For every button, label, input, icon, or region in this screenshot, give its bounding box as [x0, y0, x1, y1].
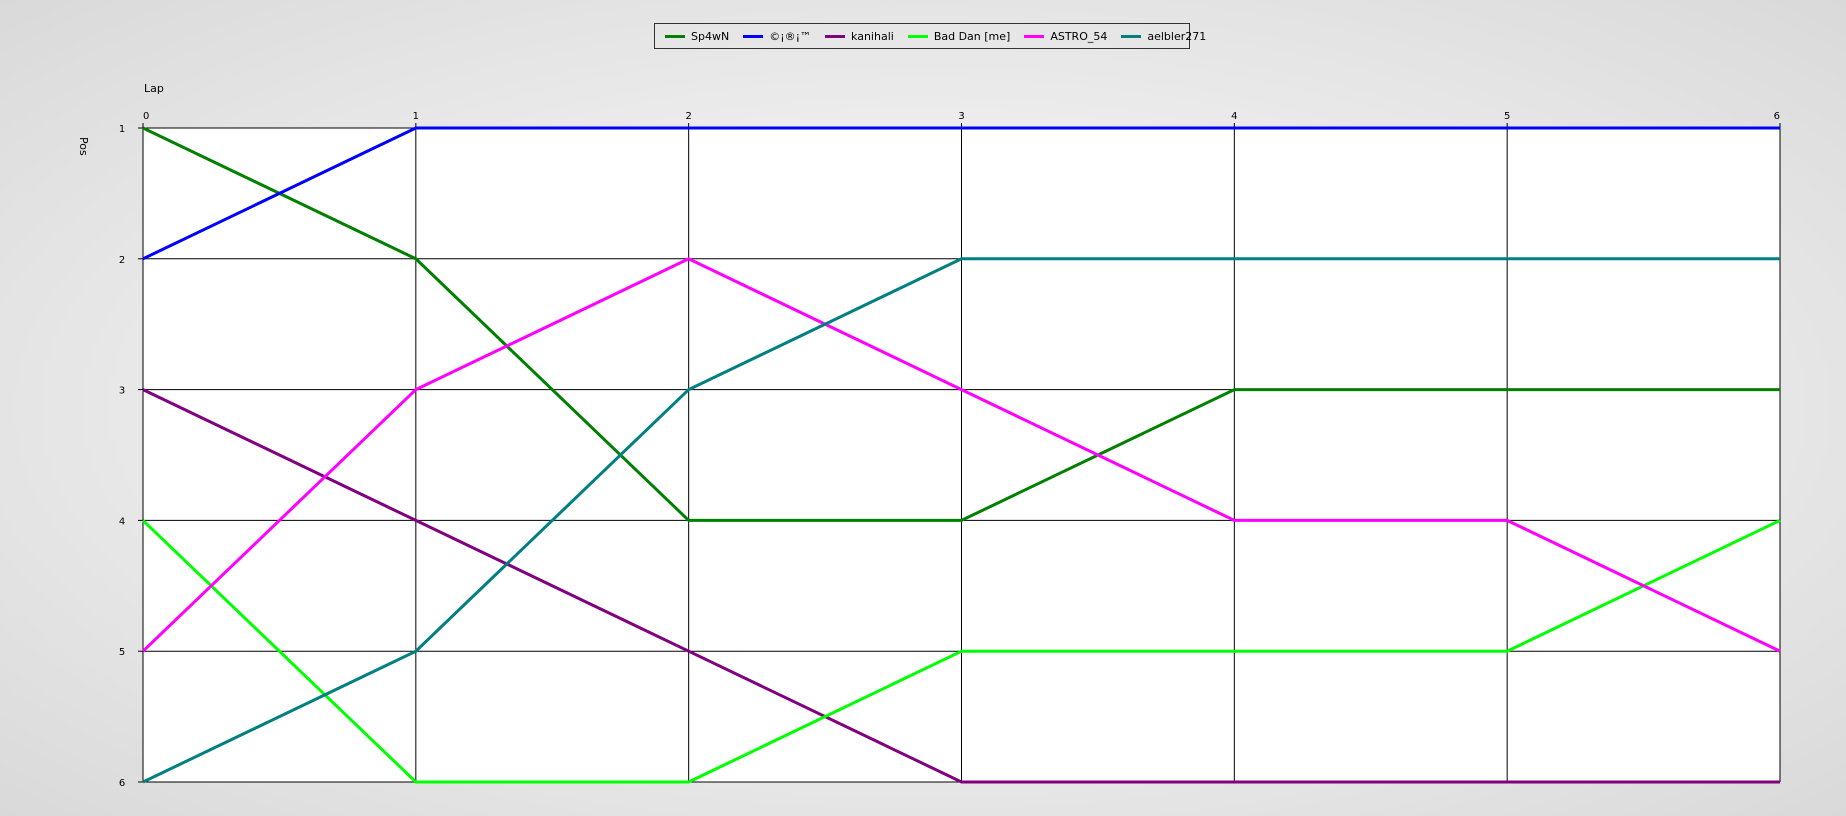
- y-tick-label: 5: [119, 647, 125, 658]
- lap-position-chart: 0 1 2 3 4 5 6 1 2 3 4 5 6 Lap Pos: [77, 82, 1781, 789]
- y-axis-label: Pos: [77, 137, 90, 156]
- x-tick-label: 6: [1774, 111, 1780, 122]
- y-tick-label: 2: [119, 255, 125, 266]
- x-tick-label: 0: [143, 111, 149, 122]
- y-tick-label: 1: [119, 124, 125, 135]
- x-tick-label: 4: [1231, 111, 1237, 122]
- x-axis-label: Lap: [144, 82, 164, 95]
- chart-root: Sp4wN ©¡®¡™ kanihali Bad Dan [me] ASTRO_54 ae…: [0, 0, 1846, 816]
- y-tick-label: 4: [119, 516, 125, 527]
- x-tick-label: 5: [1504, 111, 1510, 122]
- x-tick-label: 1: [413, 111, 419, 122]
- x-tick-label: 3: [958, 111, 964, 122]
- y-tick-label: 6: [119, 778, 125, 789]
- x-tick-label: 2: [685, 111, 691, 122]
- y-tick-label: 3: [119, 386, 125, 397]
